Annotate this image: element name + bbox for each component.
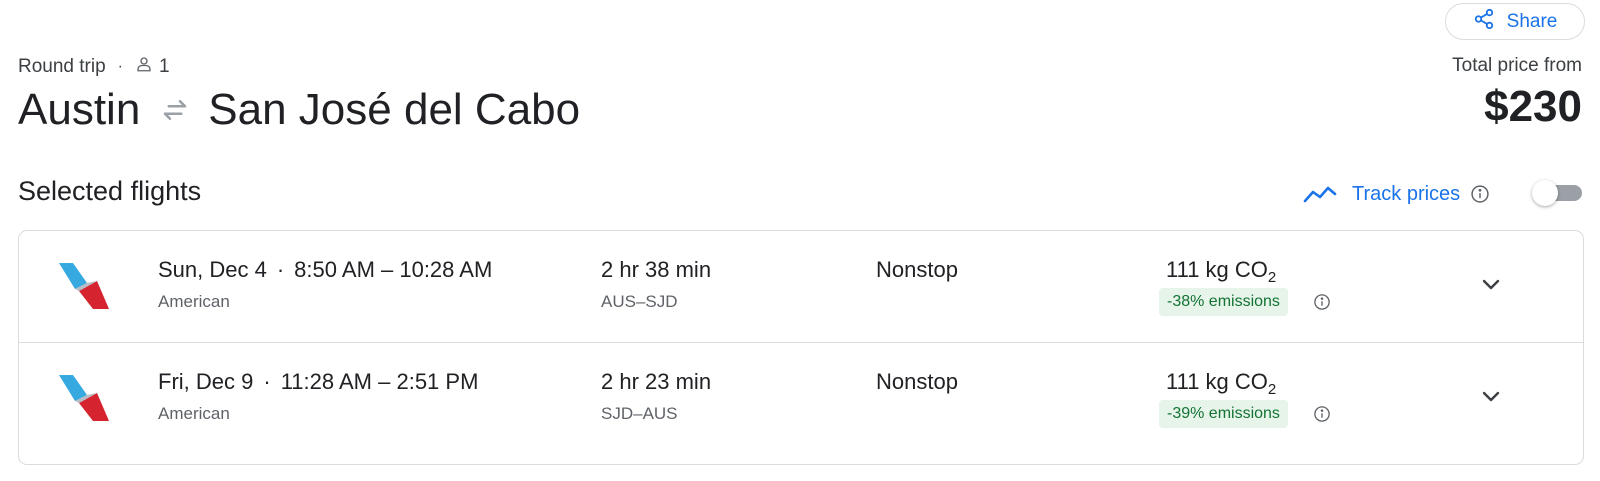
co2-amount: 111 kg CO2 [1166, 369, 1277, 398]
swap-arrows-icon [160, 95, 190, 125]
flight-times: Sun, Dec 4 · 8:50 AM – 10:28 AM [158, 257, 492, 283]
total-price: $230 [1484, 82, 1582, 131]
meta-separator: · [117, 58, 123, 75]
flight-row[interactable]: Sun, Dec 4 · 8:50 AM – 10:28 AM American 2… [19, 231, 1583, 343]
section-title: Selected flights [18, 176, 202, 206]
co2-subscript: 2 [1267, 269, 1277, 286]
co2-subscript: 2 [1267, 381, 1277, 398]
track-prices[interactable]: Track prices [1302, 178, 1490, 210]
share-label: Share [1506, 10, 1558, 32]
trend-line-icon [1303, 186, 1337, 203]
co2-value: 111 kg CO [1166, 369, 1268, 394]
price-label: Total price from [1452, 55, 1582, 76]
flight-times: Fri, Dec 9 · 11:28 AM – 2:51 PM [158, 369, 478, 395]
flight-airports: SJD–AUS [601, 404, 678, 423]
flight-airports: AUS–SJD [601, 292, 678, 311]
emissions-badge: -38% emissions [1159, 288, 1288, 316]
time-separator: · [276, 257, 285, 282]
track-prices-toggle[interactable] [1532, 180, 1582, 206]
flights-list: Sun, Dec 4 · 8:50 AM – 10:28 AM American 2… [18, 230, 1584, 465]
airline-name: American [158, 404, 230, 423]
info-icon[interactable] [1470, 184, 1490, 204]
destination-city: San José del Cabo [208, 85, 581, 134]
co2-amount: 111 kg CO2 [1166, 257, 1277, 286]
flight-time-range: 11:28 AM – 2:51 PM [280, 369, 479, 394]
share-icon [1473, 8, 1495, 36]
flight-time-range: 8:50 AM – 10:28 AM [294, 257, 493, 282]
flight-date: Sun, Dec 4 [158, 257, 267, 282]
passenger-count: 1 [159, 56, 170, 77]
time-separator: · [263, 369, 271, 394]
share-button[interactable]: Share [1445, 3, 1585, 40]
info-icon[interactable] [1313, 405, 1331, 423]
flight-stops: Nonstop [876, 257, 958, 282]
american-airlines-logo [59, 375, 109, 421]
route-title: Austin San José del Cabo [18, 82, 580, 138]
emissions-badge: -39% emissions [1159, 400, 1288, 428]
trip-type: Round trip [18, 56, 106, 77]
flight-duration: 2 hr 23 min [601, 369, 712, 394]
person-icon [135, 55, 159, 79]
flight-duration: 2 hr 38 min [601, 257, 712, 282]
toggle-knob [1532, 180, 1558, 206]
flight-row[interactable]: Fri, Dec 9 · 11:28 AM – 2:51 PM American 2… [19, 343, 1583, 455]
track-prices-label: Track prices [1352, 182, 1461, 205]
american-airlines-logo [59, 263, 109, 309]
chevron-down-icon[interactable] [1475, 269, 1507, 301]
flight-date: Fri, Dec 9 [158, 369, 254, 394]
airline-name: American [158, 292, 230, 311]
chevron-down-icon[interactable] [1475, 381, 1507, 413]
trip-meta: Round trip · 1 [18, 55, 170, 79]
info-icon[interactable] [1313, 293, 1331, 311]
origin-city: Austin [18, 85, 141, 134]
co2-value: 111 kg CO [1166, 257, 1268, 282]
flight-stops: Nonstop [876, 369, 958, 394]
